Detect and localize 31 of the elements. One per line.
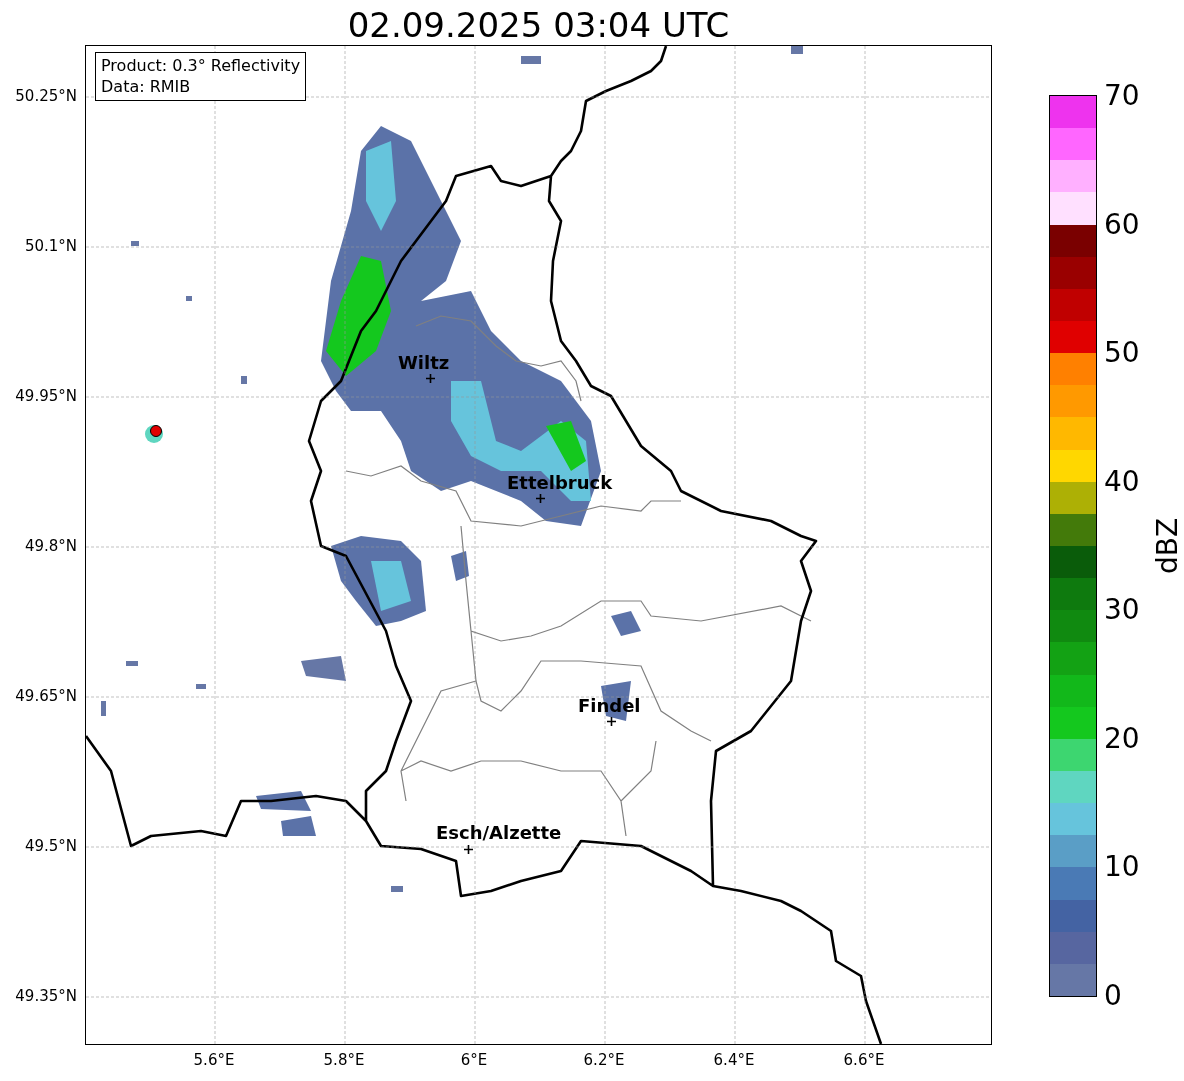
axis-tick-label: 50.25°N bbox=[15, 87, 77, 105]
colorbar-tick-label: 0 bbox=[1104, 980, 1122, 1012]
axis-tick-label: 49.35°N bbox=[15, 987, 77, 1005]
axis-tick-label: 6.6°E bbox=[843, 1051, 885, 1069]
axis-tick-label: 5.6°E bbox=[193, 1051, 235, 1069]
colorbar-tick-label: 10 bbox=[1104, 851, 1140, 884]
axis-tick-label: 50.1°N bbox=[24, 237, 77, 255]
axis-tick-label: 5.8°E bbox=[323, 1051, 365, 1069]
city-label: Esch/Alzette bbox=[436, 823, 562, 843]
colorbar-tick-label: 20 bbox=[1104, 722, 1140, 755]
city-label: Wiltz bbox=[398, 353, 450, 373]
axis-tick-label: 6.4°E bbox=[713, 1051, 755, 1069]
axis-tick-label: 49.95°N bbox=[15, 387, 77, 405]
colorbar-tick-label: 70 bbox=[1104, 80, 1140, 112]
axis-tick-label: 6.2°E bbox=[583, 1051, 625, 1069]
chart-title: 02.09.2025 03:04 UTC bbox=[346, 5, 731, 45]
plus-marker-icon bbox=[464, 845, 473, 854]
colorbar-tick-label: 50 bbox=[1104, 337, 1140, 370]
info-text: Data: RMIB bbox=[101, 76, 192, 97]
axis-tick-label: 6°E bbox=[460, 1051, 488, 1069]
colorbar-tick-label: 30 bbox=[1104, 594, 1140, 627]
plus-marker-icon bbox=[426, 374, 435, 383]
info-text: Product: 0.3° Reflectivity bbox=[101, 55, 301, 76]
axis-tick-label: 49.8°N bbox=[24, 537, 77, 555]
axis-tick-label: 49.5°N bbox=[24, 837, 77, 855]
colorbar-tick-label: 60 bbox=[1104, 208, 1140, 241]
colorbar-label: dBZ bbox=[1152, 516, 1184, 576]
axis-tick-label: 49.65°N bbox=[15, 687, 77, 705]
colorbar-tick-label: 40 bbox=[1104, 465, 1140, 498]
plus-marker-icon bbox=[536, 494, 545, 503]
plus-marker-icon bbox=[607, 717, 616, 726]
